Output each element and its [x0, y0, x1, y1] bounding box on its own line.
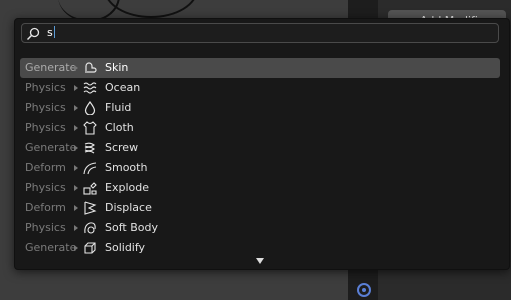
result-item-soft-body[interactable]: Physics Soft Body	[20, 218, 500, 238]
submenu-arrow-icon	[74, 205, 78, 211]
displace-icon	[84, 201, 97, 215]
search-field[interactable]: s	[21, 23, 499, 43]
result-label: Fluid	[105, 101, 132, 114]
result-label: Soft Body	[105, 221, 158, 234]
result-category: Physics	[25, 181, 66, 194]
result-category: Generate	[25, 141, 77, 154]
cloth-icon	[83, 121, 97, 135]
result-category: Physics	[25, 121, 66, 134]
submenu-arrow-icon	[74, 125, 78, 131]
physics-tab-icon[interactable]	[357, 283, 371, 297]
result-label: Displace	[105, 201, 152, 214]
result-label: Solidify	[105, 241, 146, 254]
submenu-arrow-icon	[74, 105, 78, 111]
result-item-skin[interactable]: Generate Skin	[20, 58, 500, 78]
result-item-cloth[interactable]: Physics Cloth	[20, 118, 500, 138]
submenu-arrow-icon	[74, 185, 78, 191]
result-item-ocean[interactable]: Physics Ocean	[20, 78, 500, 98]
fluid-icon	[84, 101, 96, 115]
skin-icon	[85, 62, 97, 73]
submenu-arrow-icon	[74, 165, 78, 171]
result-item-smooth[interactable]: Deform Smooth	[20, 158, 500, 178]
solidify-icon	[84, 242, 96, 254]
scroll-down-arrow-icon[interactable]	[256, 258, 264, 264]
result-label: Smooth	[105, 161, 148, 174]
search-results-list: Generate Skin Physics Ocean Physics Fluid Phys…	[20, 58, 500, 258]
result-category: Physics	[25, 101, 66, 114]
result-label: Skin	[105, 61, 129, 74]
search-icon	[26, 27, 40, 41]
smooth-icon	[83, 162, 97, 175]
soft-body-icon	[84, 222, 96, 234]
result-label: Screw	[105, 141, 139, 154]
result-category: Physics	[25, 81, 66, 94]
result-label: Cloth	[105, 121, 134, 134]
result-item-explode[interactable]: Physics Explode	[20, 178, 500, 198]
submenu-arrow-icon	[74, 225, 78, 231]
result-category: Generate	[25, 241, 77, 254]
result-category: Deform	[25, 201, 66, 214]
result-item-fluid[interactable]: Physics Fluid	[20, 98, 500, 118]
result-item-displace[interactable]: Deform Displace	[20, 198, 500, 218]
screw-icon	[84, 142, 95, 154]
result-category: Physics	[25, 221, 66, 234]
submenu-arrow-icon	[74, 65, 78, 71]
result-item-solidify[interactable]: Generate Solidify	[20, 238, 500, 258]
submenu-arrow-icon	[74, 85, 78, 91]
result-category: Deform	[25, 161, 66, 174]
result-label: Explode	[105, 181, 149, 194]
result-label: Ocean	[105, 81, 141, 94]
result-category: Generate	[25, 61, 77, 74]
result-item-screw[interactable]: Generate Screw	[20, 138, 500, 158]
wireframe-curve	[104, 0, 198, 18]
modifier-search-menu: s Generate Skin Physics Ocean Physics Fluid Ph…	[14, 18, 510, 270]
submenu-arrow-icon	[74, 145, 78, 151]
search-input[interactable]: s	[47, 25, 55, 41]
explode-icon	[83, 182, 97, 195]
submenu-arrow-icon	[74, 245, 78, 251]
ocean-icon	[83, 82, 97, 94]
text-caret	[53, 26, 55, 38]
